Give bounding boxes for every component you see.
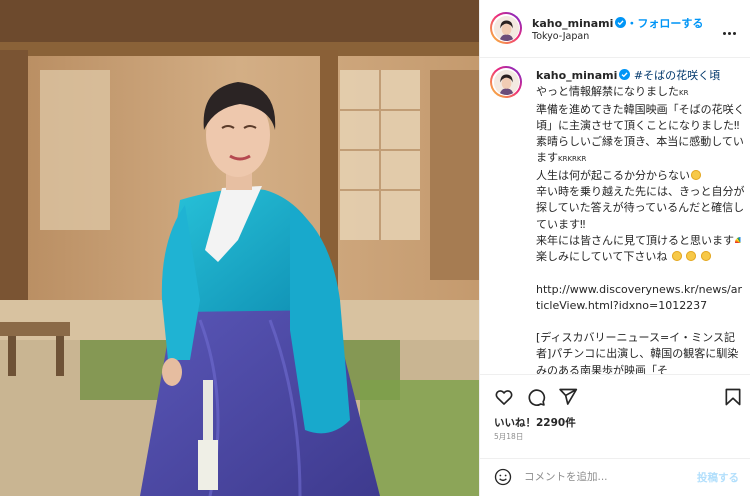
location-link[interactable]: Tokyo-Japan [532, 31, 589, 42]
caption-username[interactable]: kaho_minami [536, 69, 617, 82]
post-date[interactable]: 5月18日 [494, 431, 523, 442]
smile-emoji-icon [691, 169, 701, 180]
header-user-line: kaho_minami ・フォローする [532, 15, 703, 31]
post-comment-button[interactable]: 投稿する [697, 470, 739, 485]
smile-emoji-icon [671, 251, 682, 262]
flag-kr-text: KRKRKR [558, 155, 587, 164]
caption-line: 人生は何が起こるか分からない [536, 168, 690, 182]
caption-line: 辛い時を乗り越えた先には、きっと自分が探していた答えが待っているんだと確信してい… [536, 185, 745, 231]
comment-input[interactable] [524, 467, 674, 487]
post-header: kaho_minami ・フォローする Tokyo-Japan [480, 0, 750, 58]
photo-woman-in-hanbok [0, 0, 479, 496]
avatar[interactable] [490, 12, 522, 44]
post-actions: いいね！2290件 5月18日 [480, 374, 750, 466]
post-photo[interactable] [0, 0, 479, 496]
caption-line: やっと情報解禁になりました [536, 85, 679, 99]
caption-line: 準備を進めてきた韓国映画「そばの花咲く頃」に主演させて頂くことになりました‼︎ [536, 102, 745, 132]
caption-avatar[interactable] [490, 66, 522, 98]
likes-count[interactable]: いいね！2290件 [494, 415, 576, 430]
post-side-panel: kaho_minami ・フォローする Tokyo-Japan kaho_min… [479, 0, 750, 496]
hashtag-link[interactable]: #そばの花咲く頃 [634, 69, 720, 82]
verified-badge-icon [615, 17, 627, 28]
caption-line: 楽しみにしていて下さいね [536, 250, 668, 264]
follow-button[interactable]: ・フォローする [626, 17, 703, 30]
comment-bar: 投稿する [480, 458, 750, 496]
header-username[interactable]: kaho_minami [532, 17, 613, 30]
send-icon[interactable] [558, 387, 578, 407]
instagram-post-view: kaho_minami ・フォローする Tokyo-Japan kaho_min… [0, 0, 750, 496]
bookmark-icon[interactable] [723, 387, 743, 407]
more-options-icon[interactable] [723, 20, 739, 35]
article-link[interactable]: http://www.discoverynews.kr/news/article… [536, 282, 746, 315]
rainbow-emoji-icon [735, 236, 746, 243]
smile-emoji-icon [686, 251, 697, 262]
heart-icon[interactable] [494, 387, 514, 407]
avatar-illustration-icon [493, 69, 519, 95]
flag-kr-text: KR [679, 89, 689, 98]
verified-badge-icon [619, 69, 631, 80]
caption-line: 来年には皆さんに見て頂けると思います [536, 233, 734, 247]
caption-line: [ディスカバリーニュース=イ・ミンス記者]パチンコに出演し、韓国の観客に馴染みの… [536, 331, 739, 374]
comment-icon[interactable] [526, 387, 546, 407]
caption-area: kaho_minami #そばの花咲く頃 やっと情報解禁になりましたKR 準備を… [480, 58, 750, 374]
smile-emoji-icon [700, 251, 711, 262]
avatar-illustration-icon [493, 15, 519, 41]
emoji-picker-icon[interactable] [494, 468, 512, 486]
caption-text: kaho_minami #そばの花咲く頃 やっと情報解禁になりましたKR 準備を… [536, 68, 746, 374]
